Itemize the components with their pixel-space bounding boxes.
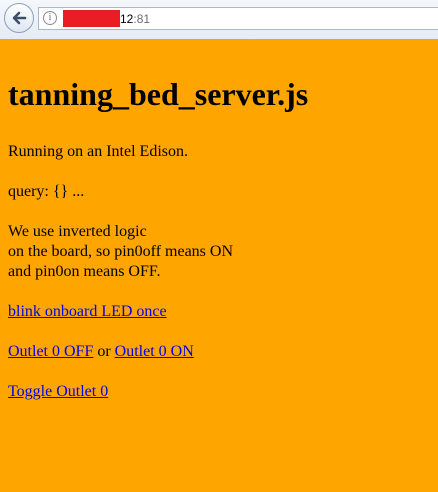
toggle-paragraph: Toggle Outlet 0	[8, 382, 430, 402]
browser-toolbar: i 12:81	[0, 0, 438, 40]
running-text: Running on an Intel Edison.	[8, 143, 188, 160]
page-content: tanning_bed_server.js Running on an Inte…	[0, 40, 438, 492]
blink-led-link[interactable]: blink onboard LED once	[8, 303, 167, 320]
outlet-off-link[interactable]: Outlet 0 OFF	[8, 343, 93, 360]
back-arrow-icon	[12, 11, 27, 25]
toggle-outlet-link[interactable]: Toggle Outlet 0	[8, 383, 108, 400]
outlet-paragraph: Outlet 0 OFF or Outlet 0 ON	[8, 342, 430, 362]
page-title: tanning_bed_server.js	[8, 76, 309, 112]
logic-line-3: and pin0on means OFF.	[8, 263, 161, 280]
logic-note: We use inverted logic on the board, so p…	[8, 222, 430, 282]
redacted-address	[63, 10, 120, 27]
blink-paragraph: blink onboard LED once	[8, 302, 430, 322]
back-button[interactable]	[4, 3, 34, 33]
or-text: or	[93, 343, 115, 360]
site-info-icon[interactable]: i	[43, 11, 57, 25]
logic-line-2: on the board, so pin0off means ON	[8, 243, 233, 260]
address-bar[interactable]: i 12:81	[38, 7, 438, 30]
outlet-on-link[interactable]: Outlet 0 ON	[115, 343, 194, 360]
url-host: 12	[120, 12, 134, 26]
query-text: query: {} ...	[8, 183, 85, 200]
url-port: :81	[133, 12, 151, 26]
url-text[interactable]: 12:81	[120, 11, 150, 27]
logic-line-1: We use inverted logic	[8, 223, 147, 240]
